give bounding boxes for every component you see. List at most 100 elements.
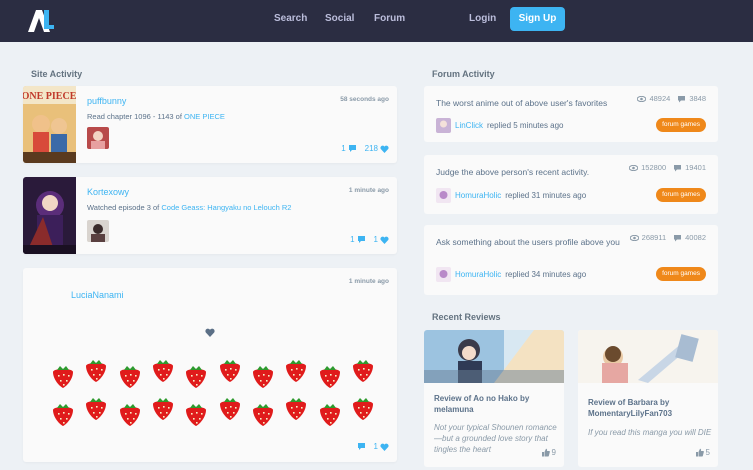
activity-status: Read chapter 1096 - 1143 of ONE PIECE bbox=[87, 112, 225, 121]
strawberry-icon bbox=[253, 404, 273, 426]
heart-icon[interactable] bbox=[380, 236, 389, 244]
reply-text: replied 31 minutes ago bbox=[505, 191, 587, 200]
sign-up-button[interactable]: Sign Up bbox=[510, 7, 565, 31]
reply-count: 3848 bbox=[689, 94, 706, 103]
forum-thread-card[interactable]: Ask something about the users profile ab… bbox=[424, 225, 718, 295]
review-card[interactable]: Review of Ao no Hako by melamuna Not you… bbox=[424, 330, 564, 467]
reply-icon bbox=[674, 164, 682, 171]
activity-username[interactable]: puffbunny bbox=[87, 96, 126, 106]
strawberry-icon bbox=[153, 360, 173, 382]
user-avatar[interactable] bbox=[436, 188, 451, 203]
strawberry-image-grid bbox=[53, 360, 373, 426]
review-score: 5 bbox=[695, 448, 710, 457]
media-cover-one-piece[interactable]: ONE PIECE bbox=[23, 86, 76, 163]
activity-status: Watched episode 3 of Code Geass: Hangyak… bbox=[87, 203, 291, 212]
view-count: 48924 bbox=[649, 94, 671, 103]
nav-search-link[interactable]: Search bbox=[274, 13, 307, 24]
review-card[interactable]: Review of Barbara by MomentaryLilyFan703… bbox=[578, 330, 718, 467]
reply-icon[interactable] bbox=[348, 144, 358, 153]
view-count: 152800 bbox=[641, 163, 667, 172]
activity-message-card: LuciaNanami 1 minute ago 1 bbox=[23, 268, 397, 462]
activity-media-link[interactable]: Code Geass: Hangyaku no Lelouch R2 bbox=[161, 203, 291, 212]
eye-icon bbox=[629, 164, 639, 171]
cover-title-text: ONE PIECE bbox=[23, 91, 76, 102]
reply-icon bbox=[674, 234, 682, 241]
anilist-logo[interactable] bbox=[26, 6, 56, 36]
strawberry-icon bbox=[353, 398, 373, 420]
activity-username[interactable]: Kortexowy bbox=[87, 187, 129, 197]
reply-icon[interactable] bbox=[357, 235, 367, 244]
activity-username[interactable]: LuciaNanami bbox=[71, 290, 124, 300]
user-avatar[interactable] bbox=[35, 284, 63, 312]
reply-icon bbox=[678, 95, 686, 102]
review-score-value: 5 bbox=[705, 448, 710, 457]
activity-card: ONE PIECE puffbunny 58 seconds ago Read … bbox=[23, 86, 397, 163]
reply-count: 1 bbox=[350, 235, 355, 244]
activity-time: 1 minute ago bbox=[348, 278, 389, 285]
strawberry-icon bbox=[186, 404, 206, 426]
login-link[interactable]: Login bbox=[469, 13, 496, 24]
strawberry-icon bbox=[286, 360, 306, 382]
nav-forum-link[interactable]: Forum bbox=[374, 13, 405, 24]
strawberry-icon bbox=[353, 360, 373, 382]
nav-social-link[interactable]: Social bbox=[325, 13, 354, 24]
thread-stats: 268911 40082 bbox=[629, 233, 706, 242]
thumbs-up-icon bbox=[695, 448, 704, 457]
reply-username[interactable]: HomuraHolic bbox=[455, 191, 501, 200]
heart-icon bbox=[205, 328, 215, 337]
reply-username[interactable]: LinClick bbox=[455, 121, 483, 130]
strawberry-icon bbox=[120, 366, 140, 388]
review-title[interactable]: Review of Barbara by MomentaryLilyFan703 bbox=[588, 397, 713, 419]
thread-title[interactable]: Judge the above person's recent activity… bbox=[436, 167, 631, 177]
reply-icon[interactable] bbox=[357, 442, 367, 451]
reply-text: replied 34 minutes ago bbox=[505, 270, 587, 279]
activity-counts: 1 1 bbox=[350, 235, 389, 244]
eye-icon bbox=[629, 234, 639, 241]
reply-username[interactable]: HomuraHolic bbox=[455, 270, 501, 279]
user-avatar[interactable] bbox=[436, 267, 451, 282]
view-count: 268911 bbox=[641, 233, 667, 242]
review-banner-image[interactable] bbox=[578, 330, 718, 383]
strawberry-icon bbox=[186, 366, 206, 388]
reply-count: 40082 bbox=[685, 233, 706, 242]
forum-activity-title: Forum Activity bbox=[432, 69, 495, 79]
user-avatar[interactable] bbox=[436, 118, 451, 133]
review-summary: If you read this manga you will DIE bbox=[588, 428, 712, 437]
thread-title[interactable]: The worst anime out of above user's favo… bbox=[436, 98, 631, 108]
thread-category-tag[interactable]: forum games bbox=[656, 188, 706, 202]
activity-card: Kortexowy 1 minute ago Watched episode 3… bbox=[23, 177, 397, 254]
recent-reviews-title: Recent Reviews bbox=[432, 312, 501, 322]
eye-icon bbox=[637, 95, 647, 102]
thread-category-tag[interactable]: forum games bbox=[656, 118, 706, 132]
review-score: 9 bbox=[541, 448, 556, 457]
activity-media-link[interactable]: ONE PIECE bbox=[184, 112, 225, 121]
like-count: 1 bbox=[373, 442, 378, 451]
activity-status-text: Read chapter 1096 - 1143 of bbox=[87, 112, 182, 121]
thread-last-reply: HomuraHolic replied 34 minutes ago bbox=[436, 267, 586, 282]
thread-category-tag[interactable]: forum games bbox=[656, 267, 706, 281]
user-avatar[interactable] bbox=[87, 220, 109, 242]
strawberry-icon bbox=[153, 398, 173, 420]
strawberry-icon bbox=[320, 404, 340, 426]
review-score-value: 9 bbox=[551, 448, 556, 457]
strawberry-icon bbox=[53, 366, 73, 388]
thread-last-reply: HomuraHolic replied 31 minutes ago bbox=[436, 188, 586, 203]
thread-title[interactable]: Ask something about the users profile ab… bbox=[436, 237, 631, 247]
forum-thread-card[interactable]: The worst anime out of above user's favo… bbox=[424, 86, 718, 142]
like-count: 218 bbox=[364, 144, 378, 153]
media-cover-code-geass[interactable] bbox=[23, 177, 76, 254]
thread-stats: 152800 19401 bbox=[629, 163, 706, 172]
forum-thread-card[interactable]: Judge the above person's recent activity… bbox=[424, 155, 718, 214]
strawberry-icon bbox=[286, 398, 306, 420]
strawberry-icon bbox=[253, 366, 273, 388]
review-title[interactable]: Review of Ao no Hako by melamuna bbox=[434, 393, 559, 415]
strawberry-icon bbox=[320, 366, 340, 388]
heart-icon[interactable] bbox=[380, 145, 389, 153]
heart-icon[interactable] bbox=[380, 443, 389, 451]
activity-time: 1 minute ago bbox=[348, 187, 389, 194]
review-banner-image[interactable] bbox=[424, 330, 564, 383]
activity-counts: 1 218 bbox=[341, 144, 389, 153]
reply-count: 19401 bbox=[685, 163, 706, 172]
user-avatar[interactable] bbox=[87, 127, 109, 149]
thread-stats: 48924 3848 bbox=[637, 94, 706, 103]
